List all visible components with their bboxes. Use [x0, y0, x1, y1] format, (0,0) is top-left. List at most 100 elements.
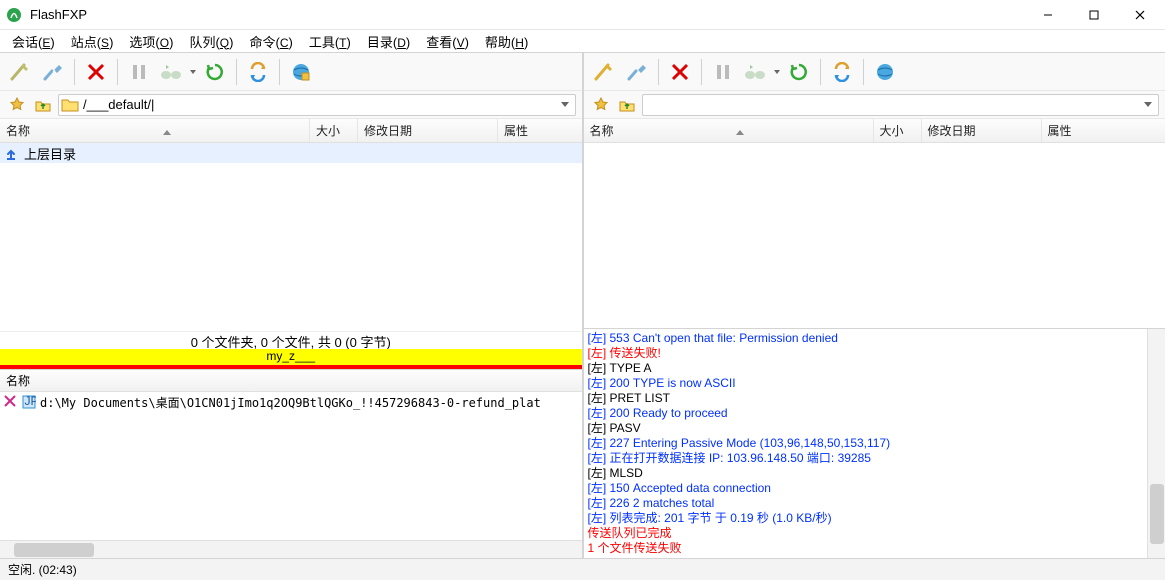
log-line: [左] 列表完成: 201 字节 于 0.19 秒 (1.0 KB/秒): [588, 511, 1144, 526]
left-path-row: [0, 91, 582, 119]
abort-icon[interactable]: [81, 57, 111, 87]
connect-icon[interactable]: [590, 57, 620, 87]
connect-icon[interactable]: [6, 57, 36, 87]
app-icon: [6, 7, 22, 23]
transfer-icon[interactable]: [740, 57, 770, 87]
log-line: [左] 200 TYPE is now ASCII: [588, 376, 1144, 391]
right-path-input-wrap[interactable]: [642, 94, 1160, 116]
right-pane: 名称 大小 修改日期 属性 [左] 553 Can't open that fi…: [584, 53, 1165, 558]
queue-panel: 名称 JPG d:\My Documents\桌面\O1CN01jImo1q2O…: [0, 369, 582, 558]
col-attr[interactable]: 属性: [1042, 119, 1165, 142]
left-list[interactable]: 上层目录: [0, 143, 582, 331]
pause-icon[interactable]: [708, 57, 738, 87]
menu-e[interactable]: 会话(E): [4, 30, 63, 53]
folder-icon: [61, 96, 79, 114]
status-text: 空闲. (02:43): [8, 561, 77, 578]
disconnect-icon[interactable]: [622, 57, 652, 87]
col-size[interactable]: 大小: [874, 119, 922, 142]
menu-d[interactable]: 目录(D): [359, 30, 418, 53]
refresh-icon[interactable]: [200, 57, 230, 87]
log-line: 传送队列已完成: [588, 526, 1144, 541]
minimize-button[interactable]: [1025, 0, 1071, 29]
queue-header[interactable]: 名称: [0, 370, 582, 392]
scrollbar-thumb[interactable]: [14, 543, 94, 557]
menu-h[interactable]: 帮助(H): [477, 30, 536, 53]
queue-scrollbar[interactable]: [0, 540, 582, 558]
menubar: 会话(E)站点(S)选项(O)队列(Q)命令(C)工具(T)目录(D)查看(V)…: [0, 30, 1165, 52]
separator: [863, 59, 864, 85]
log-line: [左] 226 2 matches total: [588, 496, 1144, 511]
parent-dir-icon: [4, 145, 20, 161]
up-folder-icon[interactable]: [616, 94, 638, 116]
status-bar: 空闲. (02:43): [0, 558, 1165, 580]
separator: [820, 59, 821, 85]
right-path-row: [584, 91, 1165, 119]
log-scrollbar[interactable]: [1147, 329, 1165, 558]
col-attr[interactable]: 属性: [498, 119, 582, 142]
queue-row[interactable]: JPG d:\My Documents\桌面\O1CN01jImo1q2OQ9B…: [0, 392, 582, 412]
menu-c[interactable]: 命令(C): [241, 30, 300, 53]
col-date[interactable]: 修改日期: [922, 119, 1042, 142]
log-body[interactable]: [左] 553 Can't open that file: Permission…: [584, 329, 1148, 558]
col-name[interactable]: 名称: [584, 119, 874, 142]
pause-icon[interactable]: [124, 57, 154, 87]
transfer-dropdown[interactable]: [772, 70, 782, 74]
col-size[interactable]: 大小: [310, 119, 358, 142]
log-line: [左] 150 Accepted data connection: [588, 481, 1144, 496]
left-summary: 0 个文件夹, 0 个文件, 共 0 (0 字节): [0, 331, 582, 349]
refresh-icon[interactable]: [784, 57, 814, 87]
right-path-dropdown[interactable]: [1140, 102, 1156, 107]
log-line: [左] 227 Entering Passive Mode (103,96,14…: [588, 436, 1144, 451]
disconnect-icon[interactable]: [38, 57, 68, 87]
left-path-input-wrap[interactable]: [58, 94, 576, 116]
left-pane: 名称 大小 修改日期 属性 上层目录 0 个文件夹, 0 个文件, 共 0 (0…: [0, 53, 584, 558]
menu-s[interactable]: 站点(S): [63, 30, 122, 53]
transfer-icon[interactable]: [156, 57, 186, 87]
log-panel: [左] 553 Can't open that file: Permission…: [584, 328, 1165, 558]
separator: [279, 59, 280, 85]
menu-t[interactable]: 工具(T): [301, 30, 359, 53]
sort-indicator-icon: [163, 124, 171, 138]
log-line: [左] TYPE A: [588, 361, 1144, 376]
log-line: [左] 200 Ready to proceed: [588, 406, 1144, 421]
left-path-field[interactable]: [83, 97, 557, 112]
log-line: [左] MLSD: [588, 466, 1144, 481]
favorite-icon[interactable]: [6, 94, 28, 116]
left-highlight: my_z___: [0, 349, 582, 365]
right-list-header: 名称 大小 修改日期 属性: [584, 119, 1165, 143]
col-date[interactable]: 修改日期: [358, 119, 498, 142]
sync-icon[interactable]: [827, 57, 857, 87]
separator: [658, 59, 659, 85]
svg-text:JPG: JPG: [25, 395, 37, 408]
globe-icon[interactable]: [286, 57, 316, 87]
log-line: [左] 553 Can't open that file: Permission…: [588, 331, 1144, 346]
log-line: [左] 传送失败!: [588, 346, 1144, 361]
list-row-name: 上层目录: [24, 144, 76, 163]
right-path-field[interactable]: [645, 97, 1141, 112]
menu-o[interactable]: 选项(O): [121, 30, 181, 53]
left-list-header: 名称 大小 修改日期 属性: [0, 119, 582, 143]
queue-list[interactable]: JPG d:\My Documents\桌面\O1CN01jImo1q2OQ9B…: [0, 392, 582, 540]
abort-icon[interactable]: [665, 57, 695, 87]
left-toolbar: [0, 53, 582, 91]
menu-q[interactable]: 队列(Q): [181, 30, 241, 53]
left-path-dropdown[interactable]: [557, 102, 573, 107]
sync-icon[interactable]: [243, 57, 273, 87]
maximize-button[interactable]: [1071, 0, 1117, 29]
globe-icon[interactable]: [870, 57, 900, 87]
transfer-dropdown[interactable]: [188, 70, 198, 74]
queue-row-path: d:\My Documents\桌面\O1CN01jImo1q2OQ9BtlQG…: [40, 394, 541, 411]
close-button[interactable]: [1117, 0, 1163, 29]
col-name[interactable]: 名称: [0, 119, 310, 142]
list-row-parent[interactable]: 上层目录: [0, 143, 582, 163]
titlebar: FlashFXP: [0, 0, 1165, 30]
right-toolbar: [584, 53, 1165, 91]
menu-v[interactable]: 查看(V): [418, 30, 477, 53]
up-folder-icon[interactable]: [32, 94, 54, 116]
scrollbar-thumb[interactable]: [1150, 484, 1164, 544]
log-line: [左] PRET LIST: [588, 391, 1144, 406]
favorite-icon[interactable]: [590, 94, 612, 116]
right-list[interactable]: [584, 143, 1165, 328]
error-icon: [4, 395, 18, 409]
jpg-icon: JPG: [22, 395, 36, 409]
